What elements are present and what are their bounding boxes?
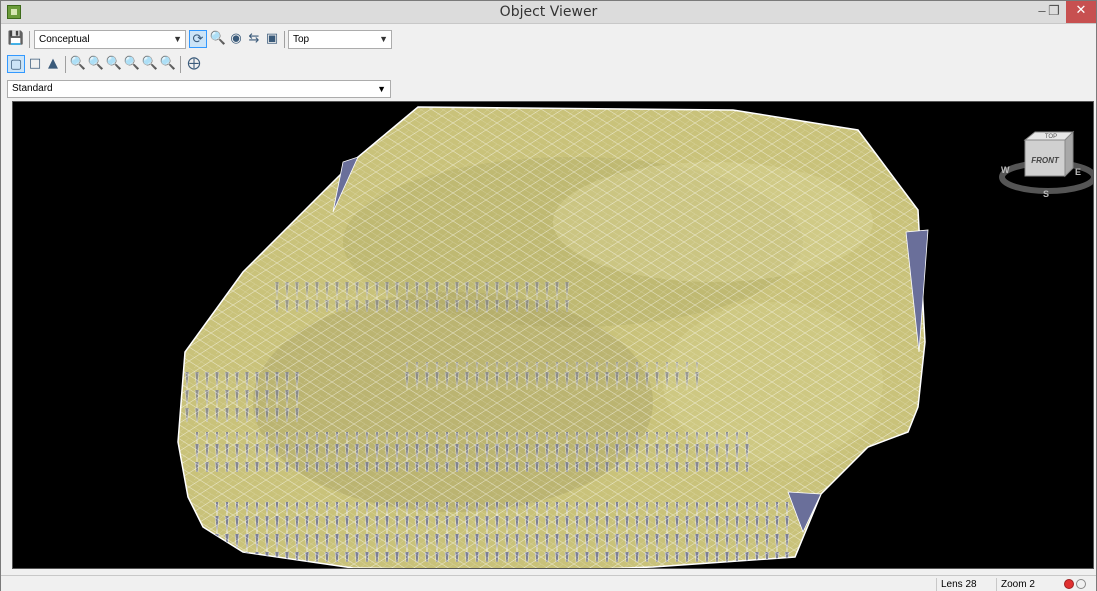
zoom-in-icon[interactable]: 🔍 [123, 55, 141, 73]
status-red-indicator[interactable] [1064, 579, 1074, 589]
chevron-down-icon: ▼ [379, 34, 388, 44]
lens-readout: Lens 28 [936, 578, 992, 591]
3d-box-alt-icon[interactable]: □ [26, 55, 44, 73]
visual-style-select[interactable]: Conceptual ▼ [34, 30, 186, 49]
compass-west: W [1001, 165, 1010, 175]
zoom-all-icon[interactable]: 🔍 [159, 55, 177, 73]
separator [180, 56, 181, 73]
status-gray-indicator[interactable] [1076, 579, 1086, 589]
compass-east: E [1075, 167, 1081, 177]
3d-box-icon[interactable]: ▢ [7, 55, 25, 73]
viewcube-front-label: FRONT [1031, 156, 1060, 165]
swivel-icon[interactable]: ◉ [227, 30, 245, 48]
walk-icon[interactable]: ⇆ [245, 30, 263, 48]
separator [284, 31, 285, 48]
separator [65, 56, 66, 73]
pan-icon[interactable]: ⨁ [185, 55, 203, 73]
status-bar: Lens 28 Zoom 2 [1, 575, 1096, 591]
zoom-out-icon[interactable]: 🔍 [141, 55, 159, 73]
view-preset-value: Standard [12, 83, 53, 94]
view-preset-select[interactable]: Standard ▼ [7, 80, 391, 98]
close-button[interactable]: ✕ [1066, 1, 1096, 23]
maximize-button[interactable]: ❐ [1041, 1, 1067, 23]
view-value: Top [293, 34, 310, 45]
window-title: Object Viewer [499, 4, 598, 20]
zoom-icon[interactable]: 🔍 [209, 30, 227, 48]
separator [29, 31, 30, 48]
save-icon[interactable]: 💾 [7, 30, 25, 48]
3d-viewport[interactable]: FRONT TOP W E S [12, 101, 1094, 569]
viewcube[interactable]: FRONT TOP W E S [999, 130, 1094, 199]
chevron-down-icon: ▼ [173, 34, 182, 44]
orbit-icon[interactable]: ⟳ [189, 30, 207, 48]
viewcube-top-label: TOP [1045, 134, 1057, 140]
chevron-down-icon: ▼ [377, 84, 386, 94]
view-select[interactable]: Top ▼ [288, 30, 392, 49]
terrain-render: FRONT TOP W E S [177, 106, 1094, 568]
title-bar: Object Viewer – ❐ ✕ [1, 1, 1096, 24]
visual-style-value: Conceptual [39, 34, 90, 45]
object-viewer-window: Object Viewer – ❐ ✕ 💾 Conceptual ▼ ⟳ 🔍 ◉… [0, 0, 1097, 591]
compass-south: S [1043, 189, 1049, 199]
zoom-center-icon[interactable]: 🔍 [105, 55, 123, 73]
camera-icon[interactable]: ▣ [263, 30, 281, 48]
zoom-window-icon[interactable]: 🔍 [87, 55, 105, 73]
zoom-readout: Zoom 2 [996, 578, 1046, 591]
perspective-icon[interactable]: ▲ [44, 55, 62, 73]
zoom-extents-icon[interactable]: 🔍 [69, 55, 87, 73]
